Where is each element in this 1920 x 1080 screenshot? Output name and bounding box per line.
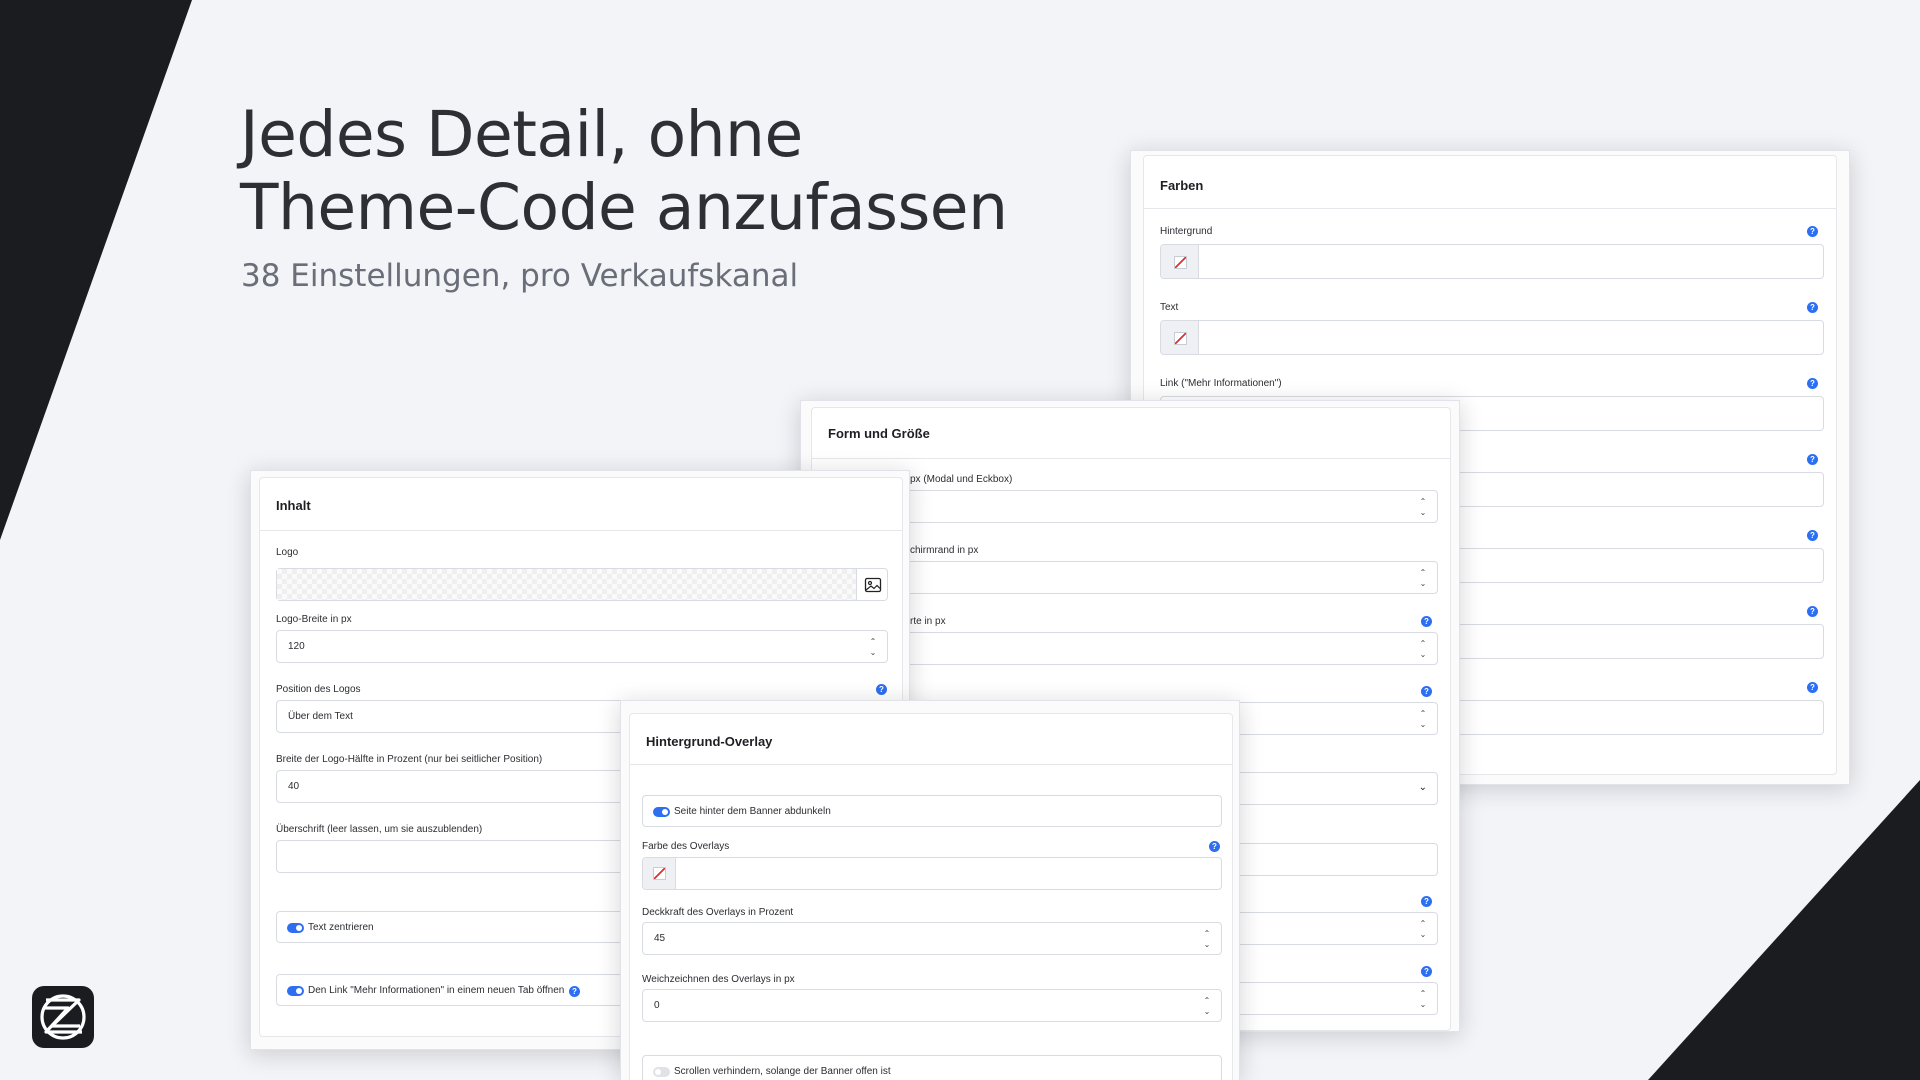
help-circle-icon[interactable]: ? (1807, 682, 1818, 693)
farben-title: Farben (1160, 178, 1204, 193)
help-circle-icon[interactable]: ? (1807, 530, 1818, 541)
help-circle-icon[interactable]: ? (1807, 226, 1818, 237)
darken-toggle[interactable] (653, 807, 670, 817)
scroll-lock-row[interactable]: Scrollen verhindern, solange der Banner … (642, 1055, 1222, 1080)
help-circle-icon[interactable]: ? (1421, 686, 1432, 697)
stepper-icon[interactable]: ⌃ ⌄ (1418, 918, 1428, 940)
overlay-color-label: Farbe des Overlays (642, 841, 730, 852)
center-text-label: Text zentrieren (308, 922, 374, 933)
hero-headline: Jedes Detail, ohne Theme-Code anzufassen (240, 98, 1008, 244)
stepper-icon[interactable]: ⌃ ⌄ (1418, 567, 1428, 589)
overlay-blur-value: 0 (654, 1000, 660, 1011)
scroll-lock-label: Scrollen verhindern, solange der Banner … (674, 1066, 891, 1077)
image-icon[interactable] (864, 576, 882, 594)
overlay-opacity-input[interactable]: 45 ⌃ ⌄ (642, 922, 1222, 955)
form-label-2: chirmrand in px (910, 545, 979, 556)
hero-headline-line1: Jedes Detail, ohne (240, 98, 803, 171)
form-label-3: rte in px (910, 616, 946, 627)
chevron-down-icon[interactable]: ⌄ (1419, 782, 1427, 793)
inhalt-title: Inhalt (276, 498, 311, 513)
help-circle-icon[interactable]: ? (1807, 378, 1818, 389)
overlay-color-field[interactable] (642, 857, 1222, 890)
farben-label-link: Link ("Mehr Informationen") (1160, 378, 1282, 389)
darken-row[interactable]: Seite hinter dem Banner abdunkeln (642, 795, 1222, 827)
color-swatch-icon[interactable] (1161, 245, 1199, 278)
form-title: Form und Größe (828, 426, 930, 441)
overlay-blur-input[interactable]: 0 ⌃ ⌄ (642, 989, 1222, 1022)
stepper-icon[interactable]: ⌃ ⌄ (868, 636, 878, 658)
help-circle-icon[interactable]: ? (1209, 841, 1220, 852)
color-field-hintergrund[interactable] (1160, 244, 1824, 279)
color-swatch-icon[interactable] (643, 858, 676, 889)
number-field-2[interactable]: ⌃ ⌄ (828, 561, 1438, 594)
stepper-icon[interactable]: ⌃ ⌄ (1418, 988, 1428, 1010)
hero-headline-line2: Theme-Code anzufassen (240, 171, 1008, 244)
logo-position-value: Über dem Text (288, 711, 353, 722)
number-field-3[interactable]: ⌃ ⌄ (828, 632, 1438, 665)
help-circle-icon[interactable]: ? (876, 684, 887, 695)
help-circle-icon[interactable]: ? (1807, 302, 1818, 313)
stepper-icon[interactable]: ⌃ ⌄ (1418, 638, 1428, 660)
farben-label-text: Text (1160, 302, 1179, 313)
logo-width-label: Logo-Breite in px (276, 614, 352, 625)
help-circle-icon[interactable]: ? (1421, 896, 1432, 907)
brand-logo-icon (32, 986, 94, 1048)
overlay-title: Hintergrund-Overlay (646, 734, 773, 749)
help-circle-icon[interactable]: ? (1807, 606, 1818, 617)
newtab-toggle[interactable] (287, 986, 304, 996)
logo-width-input[interactable]: 120 ⌃ ⌄ (276, 630, 888, 663)
help-circle-icon[interactable]: ? (1807, 454, 1818, 465)
overlay-blur-label: Weichzeichnen des Overlays in px (642, 974, 795, 985)
help-circle-icon[interactable]: ? (1421, 616, 1432, 627)
hero-subline: 38 Einstellungen, pro Verkaufskanal (241, 258, 799, 294)
darken-label: Seite hinter dem Banner abdunkeln (674, 806, 831, 817)
color-swatch-icon[interactable] (1161, 321, 1199, 354)
logo-upload-field[interactable] (276, 568, 888, 601)
form-label-1: px (Modal und Eckbox) (910, 474, 1013, 485)
stepper-icon[interactable]: ⌃ ⌄ (1202, 995, 1212, 1017)
heading-label: Überschrift (leer lassen, um sie auszubl… (276, 824, 483, 835)
overlay-opacity-value: 45 (654, 933, 666, 944)
newtab-label: Den Link "Mehr Informationen" in einem n… (308, 985, 565, 996)
logo-label: Logo (276, 547, 299, 558)
scroll-lock-toggle[interactable] (653, 1067, 670, 1077)
overlay-panel: Hintergrund-Overlay Seite hinter dem Ban… (620, 700, 1240, 1080)
stepper-icon[interactable]: ⌃ ⌄ (1202, 928, 1212, 950)
help-circle-icon[interactable]: ? (1421, 966, 1432, 977)
logo-width-value: 120 (288, 641, 305, 652)
logo-half-label: Breite der Logo-Hälfte in Prozent (nur b… (276, 754, 543, 765)
logo-position-label: Position des Logos (276, 684, 361, 695)
stepper-icon[interactable]: ⌃ ⌄ (1418, 496, 1428, 518)
center-text-toggle[interactable] (287, 923, 304, 933)
help-circle-icon[interactable]: ? (569, 986, 580, 997)
number-field-1[interactable]: ⌃ ⌄ (828, 490, 1438, 523)
overlay-card: Hintergrund-Overlay Seite hinter dem Ban… (629, 713, 1233, 1080)
farben-label-hintergrund: Hintergrund (1160, 226, 1213, 237)
color-field-text[interactable] (1160, 320, 1824, 355)
logo-half-value: 40 (288, 781, 300, 792)
overlay-opacity-label: Deckkraft des Overlays in Prozent (642, 907, 794, 918)
stepper-icon[interactable]: ⌃ ⌄ (1418, 708, 1428, 730)
